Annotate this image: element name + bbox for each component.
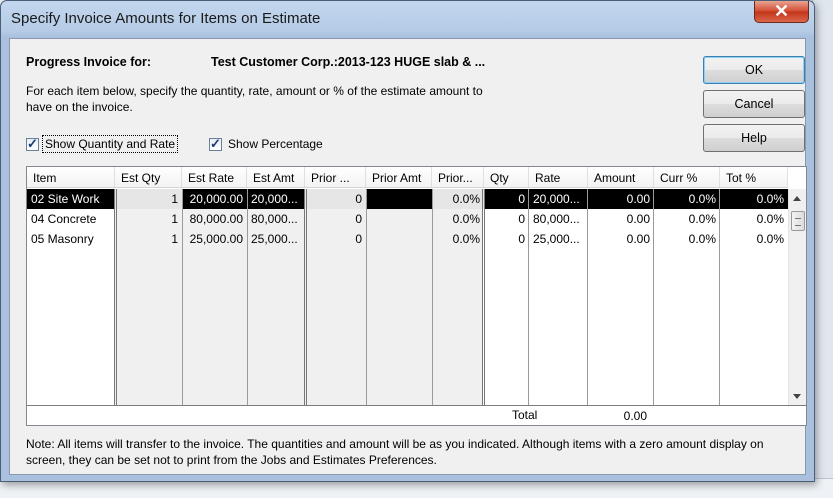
column-divider[interactable] [432,189,433,405]
checkbox-checked-icon [209,136,222,152]
column-divider[interactable] [247,189,248,405]
cell-item[interactable]: 04 Concrete [27,209,115,229]
table-header: Item Est Qty Est Rate Est Amt Prior ... … [27,167,788,188]
cell-qty[interactable]: 0 [484,229,529,249]
column-header-amount[interactable]: Amount [588,167,654,187]
scroll-up-arrow-icon[interactable] [793,196,801,201]
cell-curr-pct[interactable]: 0.0% [654,189,720,209]
column-divider[interactable] [528,189,529,405]
table-body: 02 Site Work 1 20,000.00 20,000... 0 0.0… [27,189,788,405]
cell-amount[interactable]: 0.00 [588,189,654,209]
cell-item[interactable]: 02 Site Work [27,189,115,209]
title-bar[interactable]: Specify Invoice Amounts for Items on Est… [1,1,814,37]
invoice-amounts-dialog: Specify Invoice Amounts for Items on Est… [0,0,815,482]
cell-rate[interactable]: 80,000... [529,209,588,229]
cell-est-rate: 80,000.00 [189,212,243,226]
column-header-prior-qty[interactable]: Prior ... [305,167,366,187]
cell-est-rate: 20,000.00 [182,189,247,209]
column-divider[interactable] [653,189,654,405]
vertical-scrollbar[interactable] [788,189,806,405]
cell-prior-amt [366,229,432,249]
cell-rate[interactable]: 20,000... [529,189,588,209]
dialog-body: Progress Invoice for: Test Customer Corp… [9,38,807,475]
cell-prior-amt [366,209,432,229]
cell-rate[interactable]: 25,000... [529,229,588,249]
column-divider[interactable] [482,189,485,405]
show-percentage-label: Show Percentage [228,137,323,151]
column-divider[interactable] [114,189,117,405]
cell-prior-amt [366,189,432,209]
cell-prior-pct: 0.0% [452,212,480,226]
progress-invoice-label: Progress Invoice for: [26,55,152,69]
show-quantity-rate-label: Show Quantity and Rate [41,135,179,153]
column-header-rate[interactable]: Rate [529,167,588,187]
close-button[interactable]: ✕ [754,1,809,23]
cell-est-amt: 25,000... [251,232,298,246]
table-row[interactable]: 04 Concrete 1 80,000.00 80,000... 0 0.0%… [27,209,788,229]
column-divider[interactable] [182,189,183,405]
cell-qty[interactable]: 0 [484,189,529,209]
column-header-item[interactable]: Item [27,167,115,187]
cell-prior-qty: 0 [305,189,366,209]
cell-qty[interactable]: 0 [484,209,529,229]
cell-tot-pct: 0.0% [756,212,784,226]
column-header-prior-pct[interactable]: Prior... [432,167,484,187]
column-header-tot-pct[interactable]: Tot % [720,167,788,187]
items-table: Item Est Qty Est Rate Est Amt Prior ... … [26,166,807,426]
cell-prior-pct: 0.0% [432,189,484,209]
column-divider[interactable] [304,189,307,405]
table-row[interactable]: 02 Site Work 1 20,000.00 20,000... 0 0.0… [27,189,788,209]
cell-est-qty: 1 [115,189,182,209]
cell-prior-pct: 0.0% [452,232,480,246]
cell-curr-pct[interactable]: 0.0% [654,229,720,249]
cell-est-rate: 25,000.00 [189,232,243,246]
column-divider[interactable] [719,189,720,405]
cell-curr-pct[interactable]: 0.0% [654,209,720,229]
background-panel [812,0,833,498]
column-divider[interactable] [587,189,588,405]
close-icon: ✕ [773,1,790,21]
total-label: Total [512,408,538,422]
total-row: Total 0.00 [27,405,806,425]
help-button[interactable]: Help [703,124,805,152]
cell-tot-pct: 0.0% [720,189,788,209]
cell-prior-qty: 0 [355,212,362,226]
column-header-qty[interactable]: Qty [484,167,529,187]
transfer-note: Note: All items will transfer to the inv… [26,437,764,467]
scroll-down-arrow-icon[interactable] [793,394,801,399]
cell-amount[interactable]: 0.00 [588,229,654,249]
ok-button[interactable]: OK [703,56,805,84]
show-percentage-checkbox[interactable]: Show Percentage [209,136,325,152]
scroll-thumb[interactable] [791,211,805,231]
table-row[interactable]: 05 Masonry 1 25,000.00 25,000... 0 0.0% … [27,229,788,249]
cell-amount[interactable]: 0.00 [588,209,654,229]
column-header-curr-pct[interactable]: Curr % [654,167,720,187]
dialog-title: Specify Invoice Amounts for Items on Est… [11,10,321,27]
cell-est-amt: 20,000... [247,189,305,209]
column-header-est-qty[interactable]: Est Qty [115,167,182,187]
cell-item[interactable]: 05 Masonry [27,229,115,249]
column-header-prior-amt[interactable]: Prior Amt [366,167,432,187]
customer-job-name: Test Customer Corp.:2013-123 HUGE slab &… [211,55,486,69]
column-header-est-rate[interactable]: Est Rate [182,167,247,187]
column-divider[interactable] [366,189,367,405]
cell-prior-qty: 0 [355,232,362,246]
checkbox-checked-icon [26,136,39,152]
total-amount: 0.00 [623,409,647,423]
cell-tot-pct: 0.0% [756,232,784,246]
cell-est-qty: 1 [171,212,178,226]
column-header-est-amt[interactable]: Est Amt [247,167,305,187]
cell-est-qty: 1 [171,232,178,246]
cell-est-amt: 80,000... [251,212,298,226]
instructions-text: For each item below, specify the quantit… [26,84,483,114]
show-quantity-rate-checkbox[interactable]: Show Quantity and Rate [26,135,179,153]
cancel-button[interactable]: Cancel [703,90,805,118]
